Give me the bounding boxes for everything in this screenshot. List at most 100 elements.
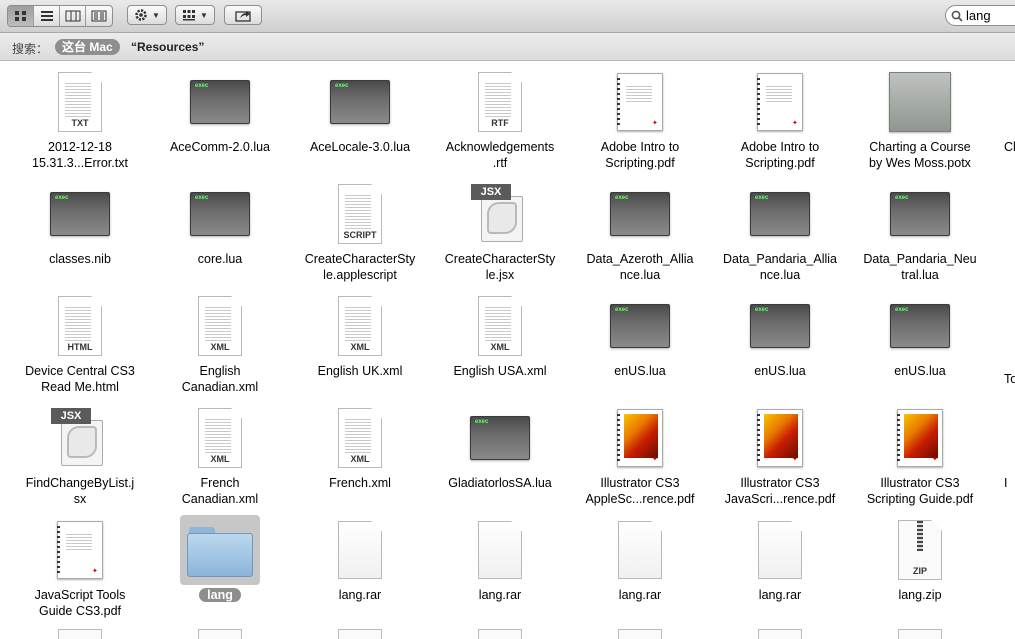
file-thumbnail[interactable]: XML xyxy=(180,291,260,361)
file-thumbnail[interactable]: exec xyxy=(460,403,540,473)
file-item[interactable]: ✦ Adobe Intro to Scripting.pdf xyxy=(572,61,708,173)
file-thumbnail[interactable]: XML xyxy=(320,291,400,361)
file-item[interactable]: exec classes.nib xyxy=(12,173,148,285)
blank-document-icon xyxy=(478,521,522,579)
list-view-button[interactable] xyxy=(34,6,60,26)
file-name-label: lang.rar xyxy=(572,587,708,603)
file-item[interactable]: ZIP lang.zip xyxy=(852,509,988,621)
search-input[interactable] xyxy=(963,8,1015,23)
file-thumbnail[interactable]: exec xyxy=(320,67,400,137)
share-button[interactable] xyxy=(224,5,262,25)
file-thumbnail[interactable]: exec xyxy=(180,179,260,249)
file-thumbnail[interactable]: ✦ xyxy=(740,67,820,137)
file-item[interactable]: exec enUS.lua xyxy=(712,285,848,397)
file-thumbnail[interactable] xyxy=(460,515,540,585)
file-item[interactable]: lang xyxy=(152,509,288,621)
file-thumbnail[interactable]: ✦ xyxy=(740,403,820,473)
file-thumbnail[interactable]: XML xyxy=(180,403,260,473)
file-item[interactable]: ✦ Illustrator CS3 JavaScri...rence.pdf xyxy=(712,397,848,509)
file-item[interactable]: lang.rar xyxy=(292,509,428,621)
file-name-line: French.xml xyxy=(329,476,391,490)
file-item[interactable]: ✦ Illustrator CS3 AppleSc...rence.pdf xyxy=(572,397,708,509)
file-thumbnail[interactable] xyxy=(740,515,820,585)
file-item[interactable]: exec enUS.lua xyxy=(852,285,988,397)
file-item[interactable]: XML English UK.xml xyxy=(292,285,428,397)
icon-view-button[interactable] xyxy=(8,6,34,26)
file-item[interactable]: JSX CreateCharacterSty le.jsx xyxy=(432,173,568,285)
file-item[interactable]: ✦ Adobe Intro to Scripting.pdf xyxy=(712,61,848,173)
file-thumbnail[interactable]: HTML xyxy=(40,291,120,361)
file-item[interactable]: lang.rar xyxy=(432,509,568,621)
file-item[interactable]: XML English USA.xml xyxy=(432,285,568,397)
file-thumbnail[interactable]: exec xyxy=(880,179,960,249)
file-name-line: enUS.lua xyxy=(754,364,806,378)
file-thumbnail[interactable]: TXT xyxy=(40,67,120,137)
file-item[interactable]: ✦ JavaScript Tools Guide CS3.pdf xyxy=(12,509,148,621)
file-item[interactable]: lang.rar xyxy=(712,509,848,621)
file-item[interactable]: XML English Canadian.xml xyxy=(152,285,288,397)
file-thumbnail[interactable]: exec xyxy=(180,67,260,137)
partial-file-thumbnail xyxy=(478,629,522,639)
file-item[interactable]: exec AceLocale-3.0.lua xyxy=(292,61,428,173)
file-name-label: lang.rar xyxy=(292,587,428,603)
file-item[interactable]: JSX FindChangeByList.j sx xyxy=(12,397,148,509)
file-thumbnail[interactable] xyxy=(880,67,960,137)
file-item[interactable]: exec Data_Pandaria_Neu tral.lua xyxy=(852,173,988,285)
file-thumbnail[interactable]: exec xyxy=(880,291,960,361)
column-view-button[interactable] xyxy=(60,6,86,26)
file-name-label: Acknowledgements .rtf xyxy=(432,139,568,171)
file-item[interactable]: RTF Acknowledgements .rtf xyxy=(432,61,568,173)
file-thumbnail[interactable]: XML xyxy=(320,403,400,473)
file-name-line: core.lua xyxy=(197,252,243,266)
file-thumbnail[interactable]: SCRIPT xyxy=(320,179,400,249)
file-item[interactable]: Charting a Course by Wes Moss.potx xyxy=(852,61,988,173)
file-icon-grid: TXT 2012-12-18 15.31.3...Error.txt exec AceC… xyxy=(0,61,1015,639)
action-menu-button[interactable]: ▼ xyxy=(127,5,167,25)
file-thumbnail[interactable]: ZIP xyxy=(880,515,960,585)
file-name-line: English xyxy=(199,364,241,378)
file-item[interactable]: exec Data_Azeroth_Allia nce.lua xyxy=(572,173,708,285)
file-thumbnail[interactable]: exec xyxy=(740,291,820,361)
file-thumbnail[interactable]: ✦ xyxy=(40,515,120,585)
file-name-label: FindChangeByList.j sx xyxy=(12,475,148,507)
file-name-label: Data_Pandaria_Allia nce.lua xyxy=(712,251,848,283)
file-item[interactable]: exec core.lua xyxy=(152,173,288,285)
search-field[interactable] xyxy=(945,5,1015,26)
file-thumbnail[interactable]: exec xyxy=(600,291,680,361)
file-thumbnail[interactable]: exec xyxy=(740,179,820,249)
file-item[interactable]: TXT 2012-12-18 15.31.3...Error.txt xyxy=(12,61,148,173)
file-thumbnail[interactable]: XML xyxy=(460,291,540,361)
file-item[interactable]: exec AceComm-2.0.lua xyxy=(152,61,288,173)
file-thumbnail[interactable]: JSX xyxy=(40,403,120,473)
file-item[interactable]: lang.rar xyxy=(572,509,708,621)
file-item[interactable]: XML French Canadian.xml xyxy=(152,397,288,509)
file-thumbnail[interactable]: ✦ xyxy=(600,403,680,473)
file-name-label: AceLocale-3.0.lua xyxy=(292,139,428,155)
file-thumbnail[interactable]: ✦ xyxy=(600,67,680,137)
file-item[interactable]: exec Data_Pandaria_Allia nce.lua xyxy=(712,173,848,285)
file-thumbnail[interactable] xyxy=(320,515,400,585)
file-thumbnail[interactable]: exec xyxy=(40,179,120,249)
file-thumbnail[interactable]: RTF xyxy=(460,67,540,137)
arrange-menu-button[interactable]: ▼ xyxy=(175,5,215,25)
exec-icon: exec xyxy=(890,192,950,236)
scope-this-mac-button[interactable]: 这台 Mac xyxy=(55,39,120,55)
file-thumbnail[interactable] xyxy=(600,515,680,585)
file-name-line: lang.zip xyxy=(898,588,942,602)
file-item[interactable]: HTML Device Central CS3 Read Me.html xyxy=(12,285,148,397)
file-name-line: lang.rar xyxy=(758,588,802,602)
file-thumbnail[interactable]: ✦ xyxy=(880,403,960,473)
file-thumbnail[interactable]: JSX xyxy=(460,179,540,249)
coverflow-view-button[interactable] xyxy=(86,6,112,26)
file-name-line: Scripting.pdf xyxy=(745,156,815,170)
file-item[interactable]: exec enUS.lua xyxy=(572,285,708,397)
file-item[interactable]: SCRIPT CreateCharacterSty le.applescript xyxy=(292,173,428,285)
file-item[interactable]: ✦ Illustrator CS3 Scripting Guide.pdf xyxy=(852,397,988,509)
file-item[interactable]: XML French.xml xyxy=(292,397,428,509)
file-item[interactable]: exec GladiatorlosSA.lua xyxy=(432,397,568,509)
file-name-label: lang.rar xyxy=(432,587,568,603)
scope-folder-button[interactable]: “Resources” xyxy=(131,40,204,54)
file-thumbnail[interactable] xyxy=(180,515,260,585)
partial-file-thumbnail xyxy=(338,629,382,639)
file-thumbnail[interactable]: exec xyxy=(600,179,680,249)
